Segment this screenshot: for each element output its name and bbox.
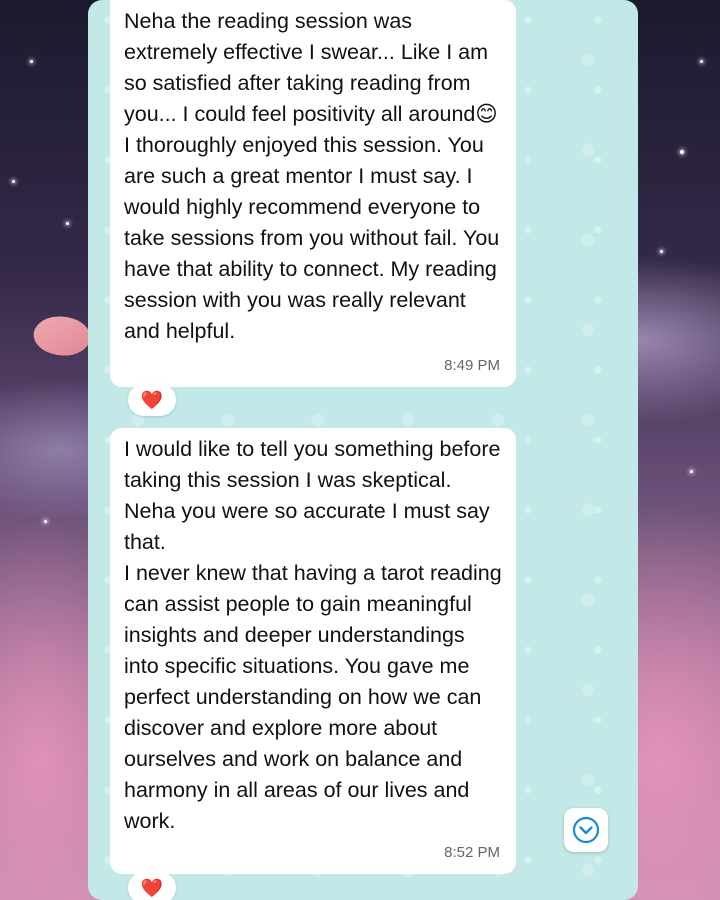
star [44,520,47,523]
star [12,180,15,183]
message-text: Neha the reading session was extremely e… [124,9,506,343]
scroll-to-bottom-button[interactable] [564,808,608,852]
star [680,150,684,154]
message-bubble[interactable]: Neha the reading session was extremely e… [110,0,516,387]
star [30,60,33,63]
chat-panel[interactable]: Neha the reading session was extremely e… [88,0,638,900]
star [700,60,703,63]
message-text: I would like to tell you something befor… [124,437,502,833]
message-timestamp: 8:49 PM [444,357,500,374]
star [660,250,663,253]
heart-icon: ❤️ [140,389,164,410]
message-bubble[interactable]: I would like to tell you something befor… [110,428,516,874]
chevron-down-circle-icon [572,816,600,844]
star [690,470,693,473]
message-timestamp: 8:52 PM [444,844,500,861]
star [66,222,69,225]
heart-reaction[interactable]: ❤️ [128,872,176,900]
heart-reaction[interactable]: ❤️ [128,384,176,416]
petal-decoration [29,308,95,364]
heart-icon: ❤️ [140,877,164,898]
